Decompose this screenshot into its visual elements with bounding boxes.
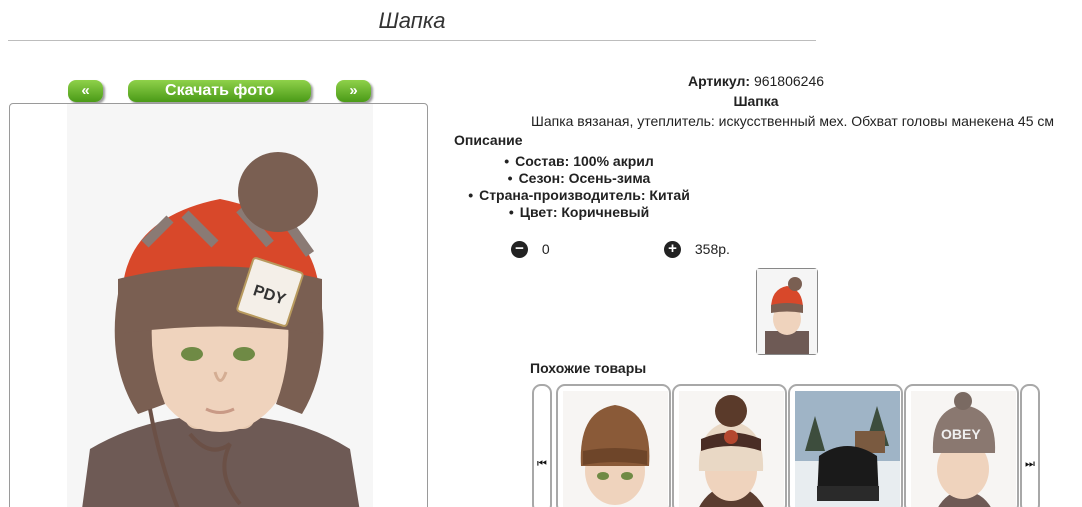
article-value: 961806246 (753, 73, 825, 89)
price-control: + 358р. (664, 239, 730, 259)
page-title: Шапка (8, 8, 816, 41)
article-label: Артикул: (687, 73, 751, 89)
skip-forward-icon: ⏭ (1025, 458, 1035, 470)
carousel-next-button[interactable]: ⏭ (1020, 384, 1040, 507)
skip-back-icon: ⏮ (537, 458, 547, 470)
quantity-value: 0 (541, 241, 550, 258)
similar-product-image (795, 391, 900, 507)
property-item: Страна-производитель: Китай (454, 187, 704, 204)
property-item: Цвет: Коричневый (454, 204, 704, 221)
article-line: Артикул: 961806246 (430, 73, 1082, 89)
similar-product-card[interactable] (672, 384, 787, 507)
product-description: Шапка вязаная, утеплитель: искусственный… (531, 113, 1054, 129)
plus-icon[interactable]: + (664, 240, 681, 258)
carousel-prev-button[interactable]: ⏮ (532, 384, 552, 507)
properties-list: Состав: 100% акрил Сезон: Осень-зима Стр… (454, 153, 704, 221)
similar-product-card[interactable]: OBEY (904, 384, 1019, 507)
quantity-control: − 0 (511, 239, 550, 259)
card-logo-text: OBEY (941, 426, 981, 442)
similar-product-image: OBEY (911, 391, 1016, 507)
right-eye (233, 347, 255, 361)
thumbnail-image (757, 269, 817, 354)
property-item: Состав: 100% акрил (454, 153, 704, 170)
main-product-photo[interactable]: PDY (9, 103, 428, 507)
similar-products-heading: Похожие товары (530, 360, 647, 376)
similar-product-card[interactable] (556, 384, 671, 507)
pompom (238, 152, 318, 232)
hat-photo-illustration: PDY (82, 152, 360, 507)
next-photo-button[interactable]: » (336, 80, 371, 102)
similar-product-image (563, 391, 668, 507)
description-heading: Описание (454, 132, 523, 148)
property-item: Сезон: Осень-зима (454, 170, 704, 187)
product-name: Шапка (733, 93, 779, 109)
prev-photo-button[interactable]: « (68, 80, 103, 102)
price-value: 358р. (694, 241, 730, 258)
minus-icon[interactable]: − (511, 240, 528, 258)
download-photo-button[interactable]: Скачать фото (128, 80, 311, 102)
similar-product-card[interactable] (788, 384, 903, 507)
similar-product-image (679, 391, 784, 507)
photo-thumbnail[interactable] (756, 268, 818, 355)
left-eye (181, 347, 203, 361)
